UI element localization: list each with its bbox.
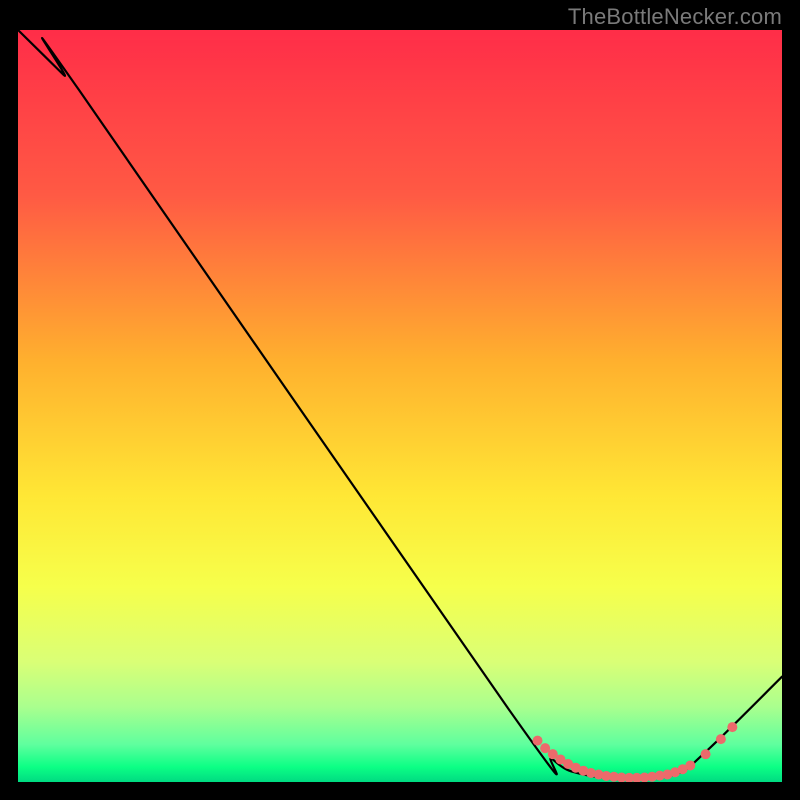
marker-dot — [685, 760, 695, 770]
marker-dot — [533, 736, 543, 746]
marker-dot — [701, 749, 711, 759]
watermark-text: TheBottleNecker.com — [568, 4, 782, 30]
marker-dot — [727, 722, 737, 732]
marker-group — [533, 722, 738, 782]
chart-svg — [18, 30, 782, 782]
marker-dot — [716, 734, 726, 744]
curve-line — [18, 30, 782, 778]
